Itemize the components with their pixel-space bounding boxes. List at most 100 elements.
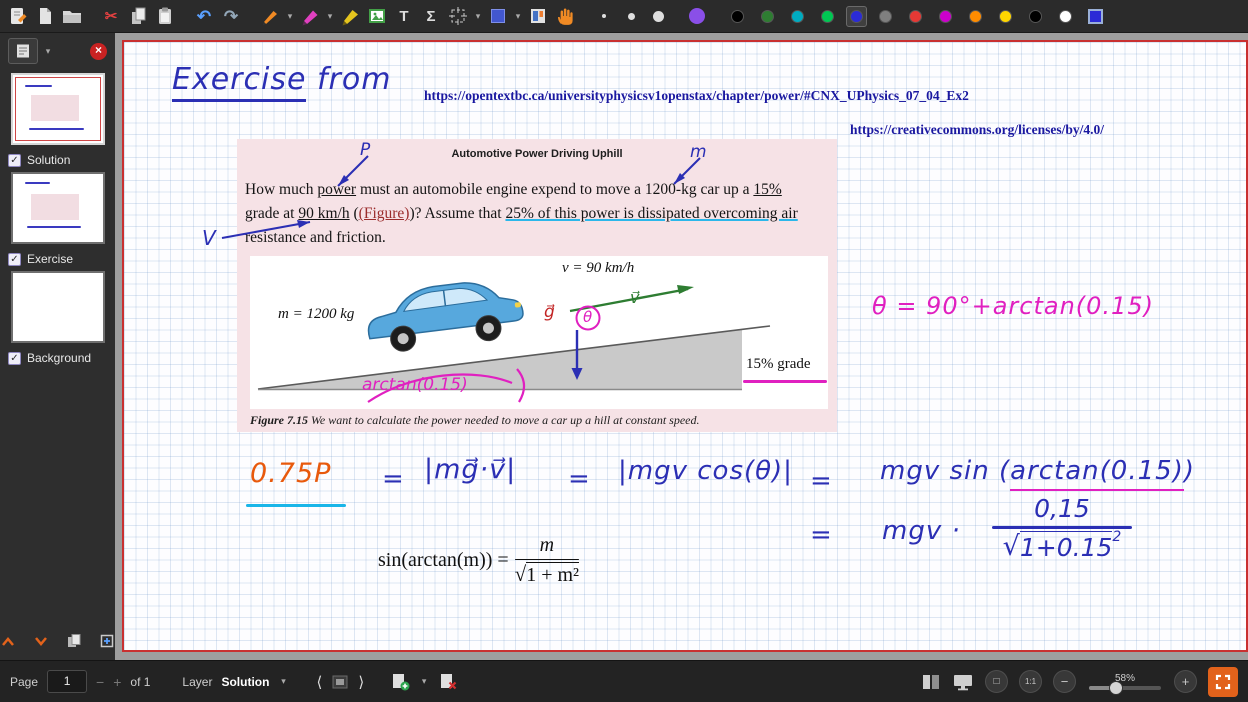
current-layer-dropdown[interactable]: Solution (221, 675, 269, 689)
layer-label: Layer (182, 675, 212, 689)
stroke-thick-icon (653, 11, 664, 22)
color-swatch[interactable] (999, 10, 1012, 23)
move-layer-down-button[interactable] (29, 630, 53, 652)
cut-button[interactable]: ✂ (99, 3, 123, 29)
color-picker-button[interactable] (685, 3, 709, 29)
color-swatch[interactable] (939, 10, 952, 23)
work-075p: 0.75P (250, 458, 331, 489)
undo-button[interactable]: ↶ (192, 3, 216, 29)
layer-row-exercise[interactable]: ✓ Exercise (0, 244, 115, 266)
zoom-slider-handle[interactable] (1109, 681, 1123, 695)
color-swatch[interactable] (909, 10, 922, 23)
highlighter-tool-button[interactable] (298, 3, 322, 29)
open-folder-icon (61, 6, 83, 26)
color-swatch[interactable] (791, 10, 804, 23)
theta-equation: θ = 90°+arctan(0.15) (872, 292, 1154, 320)
color-swatch[interactable] (969, 10, 982, 23)
source-link[interactable]: https://opentextbc.ca/universityphysicsv… (424, 88, 969, 104)
thumbnail-problem-box (31, 95, 80, 121)
zoom-original-button[interactable]: 1:1 (1019, 670, 1042, 693)
color-swatch[interactable] (821, 10, 834, 23)
hand-tool-button[interactable] (553, 3, 577, 29)
preview-panel-chevron[interactable]: ▾ (43, 46, 53, 57)
color-swatch[interactable] (731, 10, 744, 23)
paste-button[interactable] (153, 3, 177, 29)
page-label: Page (10, 675, 38, 689)
layer-checkbox[interactable]: ✓ (8, 253, 21, 266)
layer-row-solution[interactable]: ✓ Solution (0, 145, 115, 167)
custom-color-button[interactable] (1088, 9, 1103, 24)
zoom-out-icon: − (1061, 674, 1069, 689)
math-tex-tool-button[interactable]: Σ (419, 3, 443, 29)
fraction-bar (992, 526, 1132, 529)
layer-thumbnail-background[interactable] (11, 271, 105, 343)
eraser-tool-button[interactable] (338, 3, 362, 29)
color-swatch-selected[interactable] (846, 6, 867, 27)
close-sidebar-button[interactable]: × (90, 43, 107, 60)
zoom-slider[interactable] (1089, 686, 1161, 690)
open-folder-button[interactable] (60, 3, 84, 29)
layer-preview-icon[interactable] (331, 674, 349, 690)
layer-thumbnail[interactable] (11, 172, 105, 244)
highlighter-options-chevron[interactable]: ▾ (325, 11, 335, 22)
stroke-fine-button[interactable] (592, 3, 616, 29)
copy-button[interactable] (126, 3, 150, 29)
previous-layer-button[interactable]: ⟨ (316, 673, 322, 691)
delete-layer-button[interactable] (438, 672, 458, 692)
zoom-fit-button[interactable]: □ (985, 670, 1008, 693)
color-swatch[interactable] (761, 10, 774, 23)
next-layer-button[interactable]: ⟩ (358, 673, 364, 691)
figure-velocity-label: v = 90 km/h (562, 260, 634, 277)
layer-checkbox[interactable]: ✓ (8, 154, 21, 167)
layout-view-button[interactable] (526, 3, 550, 29)
preview-panel-button[interactable] (8, 38, 38, 64)
page-increment-button[interactable]: + (113, 674, 121, 690)
text-tool-button[interactable]: T (392, 3, 416, 29)
page-decrement-button[interactable]: − (96, 674, 104, 690)
selection-options-chevron[interactable]: ▾ (473, 11, 483, 22)
journal-button[interactable] (6, 3, 30, 29)
figure-link[interactable]: (Figure) (359, 205, 410, 222)
redo-button[interactable]: ↷ (219, 3, 243, 29)
selection-tool-button[interactable] (446, 3, 470, 29)
canvas-page[interactable]: Exercise from https://opentextbc.ca/univ… (122, 40, 1248, 652)
arctan-annotation: arctan(0.15) (362, 375, 468, 395)
shape-options-chevron[interactable]: ▾ (513, 11, 523, 22)
add-layer-button[interactable] (390, 672, 410, 692)
page-number-input[interactable]: 1 (47, 670, 87, 693)
new-page-button[interactable] (33, 3, 57, 29)
pen-options-chevron[interactable]: ▾ (285, 11, 295, 22)
figure-drawing (250, 256, 828, 409)
paste-icon (155, 6, 175, 26)
add-layer-chevron[interactable]: ▾ (419, 676, 429, 687)
merge-layer-button[interactable] (95, 630, 119, 652)
color-swatch[interactable] (879, 10, 892, 23)
heading-word: Exercise (172, 62, 306, 102)
page-thumbnail[interactable] (11, 73, 105, 145)
presentation-mode-button[interactable] (952, 673, 974, 691)
license-link[interactable]: https://creativecommons.org/licenses/by/… (850, 122, 1104, 138)
image-tool-button[interactable] (365, 3, 389, 29)
work-fraction: 0,15 √1+0.152 (992, 494, 1132, 562)
shape-tool-button[interactable] (486, 3, 510, 29)
pen-tool-button[interactable] (258, 3, 282, 29)
color-swatch[interactable] (1029, 10, 1042, 23)
figure-grade-label: 15% grade (746, 356, 811, 373)
duplicate-layer-button[interactable] (62, 630, 86, 652)
layer-dropdown-chevron[interactable]: ▾ (278, 676, 288, 687)
stroke-medium-button[interactable] (619, 3, 643, 29)
work-mgv: mgv · (882, 516, 961, 546)
latex-identity: sin(arctan(m)) = m √1 + m² (378, 534, 579, 587)
zoom-in-button[interactable]: + (1174, 670, 1197, 693)
dual-page-view-button[interactable] (921, 673, 941, 691)
chevron-up-icon (0, 635, 16, 647)
stroke-thick-button[interactable] (646, 3, 670, 29)
workspace: Exercise from https://opentextbc.ca/univ… (115, 33, 1248, 660)
layer-checkbox[interactable]: ✓ (8, 352, 21, 365)
image-icon (367, 6, 387, 26)
move-layer-up-button[interactable] (0, 630, 20, 652)
color-swatch[interactable] (1059, 10, 1072, 23)
zoom-out-button[interactable]: − (1053, 670, 1076, 693)
fullscreen-button[interactable] (1208, 667, 1238, 697)
layer-row-background[interactable]: ✓ Background (0, 343, 115, 365)
